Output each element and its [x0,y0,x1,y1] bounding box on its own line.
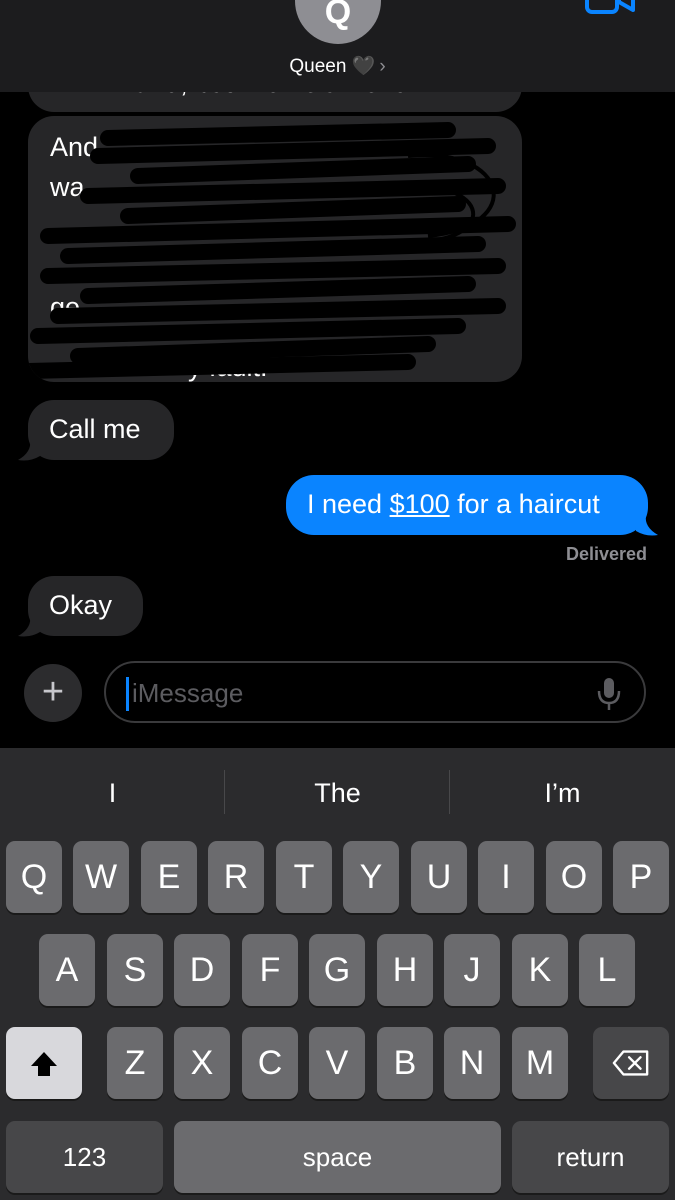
message-text: Call me [49,414,141,444]
text-cursor [126,677,129,711]
key-r[interactable]: R [208,841,264,913]
key-z[interactable]: Z [107,1027,163,1099]
key-l[interactable]: L [579,934,635,1006]
key-y[interactable]: Y [343,841,399,913]
input-placeholder: iMessage [132,678,244,708]
return-key[interactable]: return [512,1121,669,1193]
key-c[interactable]: C [242,1027,298,1099]
message-bubble-incoming[interactable]: Call me [28,400,174,460]
key-b[interactable]: B [377,1027,433,1099]
contact-avatar[interactable]: Q [295,0,381,44]
delivery-status: Delivered [565,544,647,564]
key-q[interactable]: Q [6,841,62,913]
space-key[interactable]: space [174,1121,501,1193]
key-n[interactable]: N [444,1027,500,1099]
chevron-right-icon: › [379,56,386,77]
numbers-key[interactable]: 123 [6,1121,163,1193]
message-bubble-outgoing[interactable]: I need $100 for a haircut [286,475,648,535]
suggestion-2[interactable]: The [225,778,450,809]
shift-key[interactable] [6,1027,82,1099]
suggestion-3[interactable]: I’m [450,778,675,809]
message-bubble-redacted[interactable]: And wa ge y fault. [28,116,522,382]
apps-plus-button[interactable]: + [24,664,82,722]
key-v[interactable]: V [309,1027,365,1099]
shift-arrow-icon [31,1052,57,1076]
amount-link[interactable]: $100 [390,489,450,519]
video-call-icon[interactable] [585,0,635,16]
key-g[interactable]: G [309,934,365,1006]
key-p[interactable]: P [613,841,669,913]
message-thread[interactable]: in TV Land, but like he's weird And wa g… [0,42,675,652]
contact-name-button[interactable]: Queen 🖤 › [0,54,675,78]
key-m[interactable]: M [512,1027,568,1099]
imessage-input[interactable]: iMessage [104,661,646,723]
key-o[interactable]: O [546,841,602,913]
delete-key[interactable] [593,1027,669,1099]
backspace-icon [612,1050,649,1076]
key-s[interactable]: S [107,934,163,1006]
keyboard: I The I’m Q W E R T Y U I O P A S D F G … [0,748,675,1200]
bubble-tail [636,515,658,536]
message-text-part: I need [307,489,390,519]
message-text: I need $100 for a haircut [307,489,600,520]
message-bubble-incoming[interactable]: Okay [28,576,143,636]
key-e[interactable]: E [141,841,197,913]
key-j[interactable]: J [444,934,500,1006]
key-u[interactable]: U [411,841,467,913]
key-i[interactable]: I [478,841,534,913]
chevron-left-icon [22,0,56,8]
key-t[interactable]: T [276,841,332,913]
bubble-tail [18,616,40,637]
key-a[interactable]: A [39,934,95,1006]
key-k[interactable]: K [512,934,568,1006]
message-text-part: for a haircut [449,489,600,519]
conversation-header: 226 Q Queen 🖤› [0,0,675,92]
redaction-scribble [28,122,516,379]
key-x[interactable]: X [174,1027,230,1099]
back-button[interactable]: 226 [22,0,142,18]
key-h[interactable]: H [377,934,433,1006]
key-w[interactable]: W [73,841,129,913]
suggestion-1[interactable]: I [0,778,225,809]
microphone-icon[interactable] [596,677,622,711]
contact-name: Queen 🖤 [289,56,376,77]
key-f[interactable]: F [242,934,298,1006]
key-d[interactable]: D [174,934,230,1006]
message-text: Okay [49,590,113,620]
bubble-tail [18,440,40,461]
